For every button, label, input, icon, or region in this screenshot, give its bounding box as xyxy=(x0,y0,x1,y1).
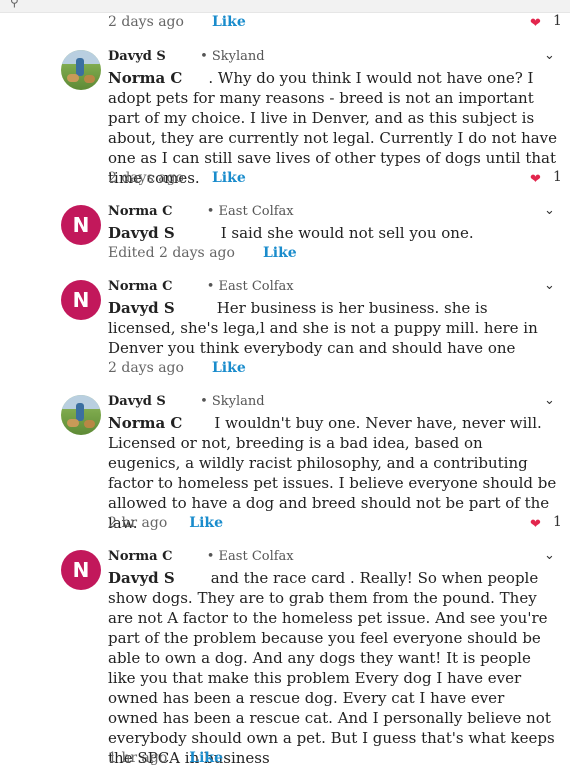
previous-comment-meta: 2 days ago Like xyxy=(108,14,246,30)
heart-icon[interactable]: ❤ xyxy=(530,517,541,532)
avatar[interactable]: N xyxy=(61,550,101,590)
comment-time: 2 days ago xyxy=(108,360,184,376)
author-location: • East Colfax xyxy=(206,279,294,294)
avatar[interactable]: N xyxy=(61,280,101,320)
heart-count: 1 xyxy=(553,169,562,185)
like-button[interactable]: Like xyxy=(212,14,246,30)
comment-body: Davyd S I said she would not sell you one… xyxy=(108,223,558,243)
comment-text: and the race card . Really! So when peop… xyxy=(108,569,555,767)
reply-mention[interactable]: Norma C xyxy=(108,414,182,432)
chevron-down-icon[interactable]: ⌄ xyxy=(544,393,555,408)
chevron-down-icon[interactable]: ⌄ xyxy=(544,48,555,63)
reply-mention[interactable]: Davyd S xyxy=(108,224,175,242)
reply-mention[interactable]: Davyd S xyxy=(108,299,175,317)
author-name[interactable]: Norma C xyxy=(108,204,172,219)
heart-count: 1 xyxy=(553,13,562,29)
comment-time: 2 days ago xyxy=(108,14,184,30)
avatar[interactable]: N xyxy=(61,205,101,245)
comment-meta: 2 days ago Like xyxy=(108,170,246,186)
comment-meta: 2 days ago Like xyxy=(108,360,246,376)
avatar[interactable] xyxy=(61,395,101,435)
heart-icon[interactable]: ❤ xyxy=(530,16,541,31)
comment-header: Davyd S • Skyland xyxy=(108,49,265,64)
author-name[interactable]: Norma C xyxy=(108,279,172,294)
comment-meta: 2 hr ago Like xyxy=(108,515,223,531)
comment-header: Davyd S • Skyland xyxy=(108,394,265,409)
like-button[interactable]: Like xyxy=(263,245,297,261)
comment-time: 2 days ago xyxy=(108,170,184,186)
comment-time: Edited 2 days ago xyxy=(108,245,235,261)
chevron-down-icon[interactable]: ⌄ xyxy=(544,548,555,563)
heart-icon[interactable]: ❤ xyxy=(530,172,541,187)
comment-header: Norma C • East Colfax xyxy=(108,204,294,219)
like-button[interactable]: Like xyxy=(189,750,223,766)
reply-mention[interactable]: Davyd S xyxy=(108,569,175,587)
avatar[interactable] xyxy=(61,50,101,90)
chevron-down-icon[interactable]: ⌄ xyxy=(544,278,555,293)
comment-header: Norma C • East Colfax xyxy=(108,549,294,564)
author-location: • Skyland xyxy=(200,49,265,64)
author-name[interactable]: Davyd S xyxy=(108,49,166,64)
like-button[interactable]: Like xyxy=(212,170,246,186)
like-button[interactable]: Like xyxy=(212,360,246,376)
author-location: • East Colfax xyxy=(206,549,294,564)
author-name[interactable]: Norma C xyxy=(108,549,172,564)
search-icon[interactable]: ⚲ xyxy=(10,0,19,9)
comment-meta: 1 hr ago Like xyxy=(108,750,223,766)
top-search-bar: ⚲ xyxy=(0,0,570,13)
chevron-down-icon[interactable]: ⌄ xyxy=(544,203,555,218)
comment-text: I said she would not sell you one. xyxy=(220,224,474,242)
comment-meta: Edited 2 days ago Like xyxy=(108,245,297,261)
author-location: • Skyland xyxy=(200,394,265,409)
author-location: • East Colfax xyxy=(206,204,294,219)
comment-time: 2 hr ago xyxy=(108,515,168,531)
comment-body: Davyd S Her business is her business. she… xyxy=(108,298,558,358)
heart-count: 1 xyxy=(553,514,562,530)
comment-time: 1 hr ago xyxy=(108,750,168,766)
reply-mention[interactable]: Norma C xyxy=(108,69,182,87)
comment-body: Davyd Sand the race card . Really! So wh… xyxy=(108,568,558,768)
like-button[interactable]: Like xyxy=(189,515,223,531)
author-name[interactable]: Davyd S xyxy=(108,394,166,409)
comment-header: Norma C • East Colfax xyxy=(108,279,294,294)
